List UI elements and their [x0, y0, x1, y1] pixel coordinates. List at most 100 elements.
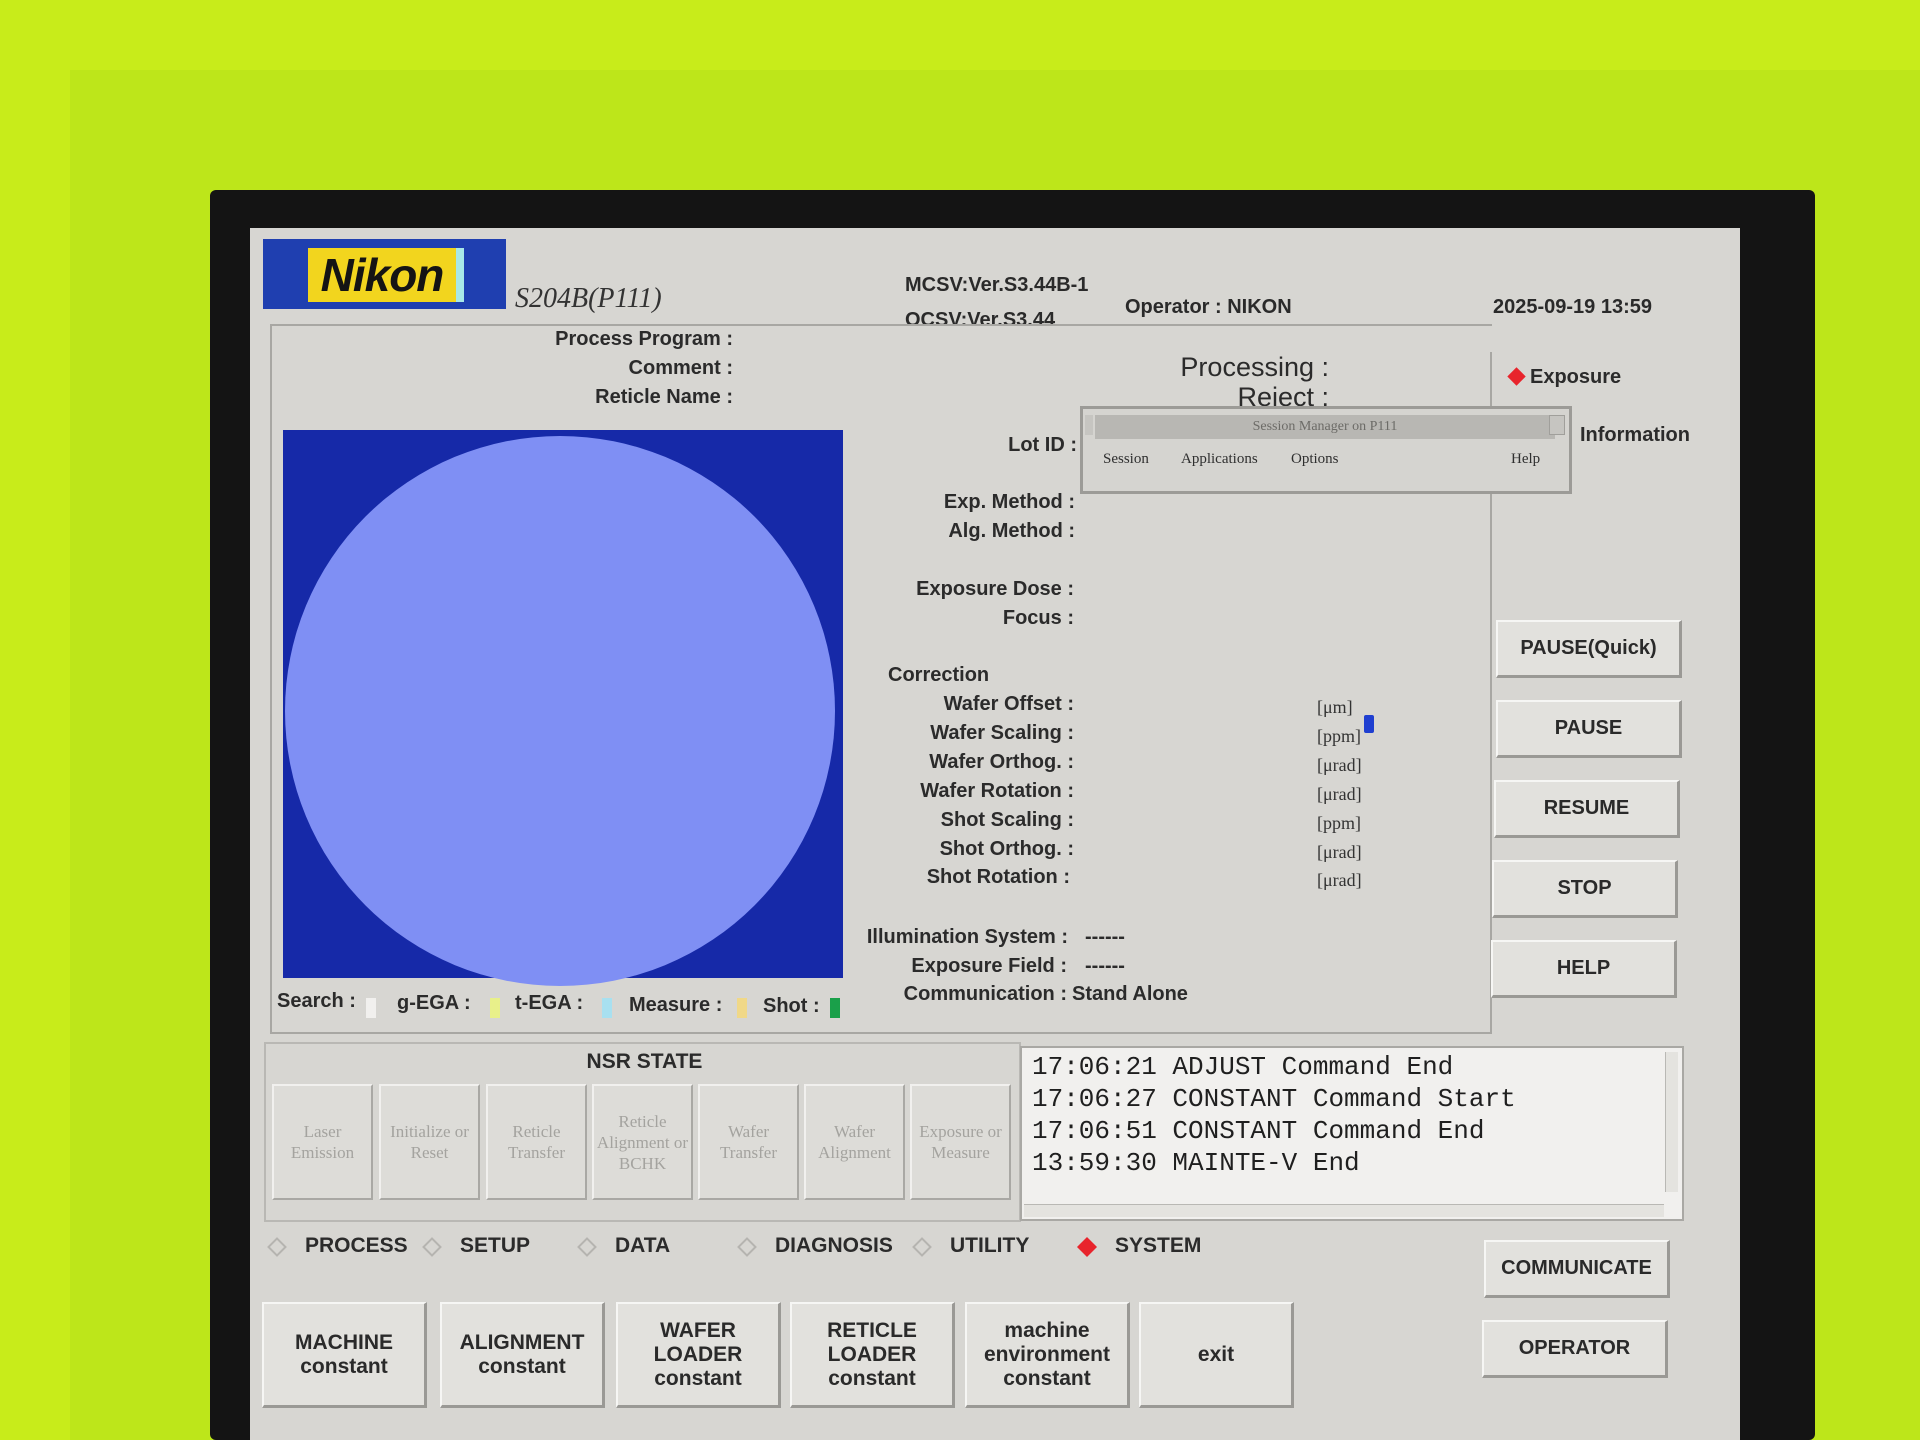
menu-applications[interactable]: Applications	[1181, 451, 1258, 468]
pause-button[interactable]: PAUSE	[1496, 700, 1682, 758]
nsr-wafer-alignment: Wafer Alignment	[804, 1084, 905, 1200]
correction-unit: [μrad]	[1317, 784, 1362, 804]
information-radio-label[interactable]: Information	[1580, 424, 1690, 447]
wafer-loader-constant-button[interactable]: WAFER LOADER constant	[616, 1302, 781, 1408]
correction-label: Shot Orthog. :	[939, 838, 1074, 860]
datetime: 2025-09-19 13:59	[1493, 296, 1653, 318]
correction-unit: [ppm]	[1317, 813, 1361, 833]
alignment-constant-button[interactable]: ALIGNMENT constant	[440, 1302, 605, 1408]
tab-data[interactable]: DATA	[615, 1234, 670, 1258]
correction-unit: [μm]	[1317, 697, 1353, 717]
processing-label: Processing :	[1180, 352, 1329, 382]
resume-button[interactable]: RESUME	[1494, 780, 1680, 838]
process-radio-icon[interactable]	[267, 1237, 287, 1257]
lot-id-label: Lot ID :	[1008, 434, 1077, 456]
nsr-reticle-alignment: Reticle Alignment or BCHK	[592, 1084, 693, 1200]
correction-label: Wafer Scaling :	[930, 722, 1074, 744]
illumination-system-value: ------	[1085, 926, 1125, 948]
help-button[interactable]: HELP	[1491, 940, 1677, 998]
diagnosis-radio-icon[interactable]	[737, 1237, 757, 1257]
legend-search: Search :	[277, 990, 356, 1012]
focus-label: Focus :	[1002, 607, 1074, 629]
comment-label: Comment :	[628, 357, 733, 379]
tab-setup[interactable]: SETUP	[460, 1234, 530, 1258]
logo-accent	[456, 248, 464, 302]
legend-shot: Shot :	[763, 995, 820, 1017]
header-bar: Nikon S204B(P111) MCSV:Ver.S3.44B-1 OCSV…	[250, 228, 1740, 331]
log-line: 17:06:51 CONSTANT Command End	[1032, 1116, 1485, 1146]
setup-radio-icon[interactable]	[422, 1237, 442, 1257]
nsr-initialize-reset: Initialize or Reset	[379, 1084, 480, 1200]
machine-constant-button[interactable]: MACHINE constant	[262, 1302, 427, 1408]
operator-label: Operator : NIKON	[1125, 296, 1292, 318]
legend-shot-swatch	[830, 998, 840, 1018]
legend-t-ega: t-EGA :	[515, 992, 584, 1014]
nsr-laser-emission: Laser Emission	[272, 1084, 373, 1200]
exit-button[interactable]: exit	[1139, 1302, 1294, 1408]
legend-g-ega-swatch	[490, 998, 500, 1018]
exp-method-label: Exp. Method :	[943, 491, 1075, 513]
stop-button[interactable]: STOP	[1492, 860, 1678, 918]
session-manager-window[interactable]: Session Manager on P111 Session Applicat…	[1080, 406, 1572, 494]
tab-process[interactable]: PROCESS	[305, 1234, 408, 1258]
log-horizontal-scrollbar[interactable]	[1024, 1204, 1664, 1217]
communicate-button[interactable]: COMMUNICATE	[1484, 1240, 1670, 1298]
pause-quick-button[interactable]: PAUSE(Quick)	[1496, 620, 1682, 678]
divider	[270, 324, 272, 1034]
correction-unit: [μrad]	[1317, 870, 1362, 890]
correction-label: Wafer Offset :	[943, 693, 1074, 715]
nsr-reticle-transfer: Reticle Transfer	[486, 1084, 587, 1200]
system-radio-icon[interactable]	[1077, 1237, 1097, 1257]
communication-value: Stand Alone	[1072, 983, 1188, 1005]
tab-diagnosis[interactable]: DIAGNOSIS	[775, 1234, 893, 1258]
nikon-logo: Nikon	[308, 248, 456, 302]
log-line: 17:06:27 CONSTANT Command Start	[1032, 1084, 1516, 1114]
wafer-map	[283, 430, 843, 986]
window-menu-icon[interactable]	[1085, 415, 1093, 435]
communication-label: Communication :	[903, 983, 1067, 1005]
alg-method-label: Alg. Method :	[948, 520, 1075, 542]
divider	[270, 1032, 1492, 1034]
log-vertical-scrollbar[interactable]	[1665, 1052, 1678, 1192]
data-radio-icon[interactable]	[577, 1237, 597, 1257]
reticle-loader-constant-button[interactable]: RETICLE LOADER constant	[790, 1302, 955, 1408]
mouse-cursor-icon	[1364, 715, 1374, 733]
process-program-label: Process Program :	[555, 328, 733, 350]
nsr-exposure-measure: Exposure or Measure	[910, 1084, 1011, 1200]
correction-label: Shot Rotation :	[926, 866, 1070, 888]
nsr-state-title: NSR STATE	[586, 1050, 703, 1073]
exposure-radio-label[interactable]: Exposure	[1530, 366, 1621, 389]
message-log[interactable]: 17:06:21 ADJUST Command End 17:06:27 CON…	[1020, 1046, 1684, 1221]
menu-session[interactable]: Session	[1103, 451, 1149, 468]
session-manager-title[interactable]: Session Manager on P111	[1095, 415, 1555, 439]
operator-button[interactable]: OPERATOR	[1482, 1320, 1668, 1378]
tab-system[interactable]: SYSTEM	[1115, 1234, 1201, 1258]
window-maximize-icon[interactable]	[1549, 415, 1565, 435]
legend-g-ega: g-EGA :	[397, 992, 471, 1014]
exposure-radio-icon[interactable]	[1507, 367, 1526, 386]
reticle-name-label: Reticle Name :	[595, 386, 733, 408]
machine-environment-constant-button[interactable]: machine environment constant	[965, 1302, 1130, 1408]
exposure-dose-label: Exposure Dose :	[916, 578, 1074, 600]
menu-help[interactable]: Help	[1511, 451, 1540, 468]
legend-search-swatch	[366, 998, 376, 1018]
menu-options[interactable]: Options	[1291, 451, 1339, 468]
correction-heading: Correction	[888, 664, 990, 686]
ocsv-version: OCSV:Ver.S3.44	[905, 309, 1056, 331]
illumination-system-label: Illumination System :	[866, 926, 1068, 948]
correction-unit: [μrad]	[1317, 842, 1362, 862]
wafer-circle	[285, 436, 835, 986]
legend-t-ega-swatch	[602, 998, 612, 1018]
legend-measure: Measure :	[629, 994, 723, 1016]
tab-utility[interactable]: UTILITY	[950, 1234, 1029, 1258]
correction-label: Wafer Rotation :	[920, 780, 1074, 802]
correction-label: Wafer Orthog. :	[929, 751, 1074, 773]
mcsv-version: MCSV:Ver.S3.44B-1	[905, 274, 1089, 296]
correction-unit: [μrad]	[1317, 755, 1362, 775]
utility-radio-icon[interactable]	[912, 1237, 932, 1257]
correction-label: Shot Scaling :	[940, 809, 1074, 831]
nsr-state-panel: NSR STATE Laser Emission Initialize or R…	[264, 1042, 1021, 1222]
correction-unit: [ppm]	[1317, 726, 1361, 746]
log-line: 13:59:30 MAINTE-V End	[1032, 1148, 1360, 1178]
nsr-wafer-transfer: Wafer Transfer	[698, 1084, 799, 1200]
